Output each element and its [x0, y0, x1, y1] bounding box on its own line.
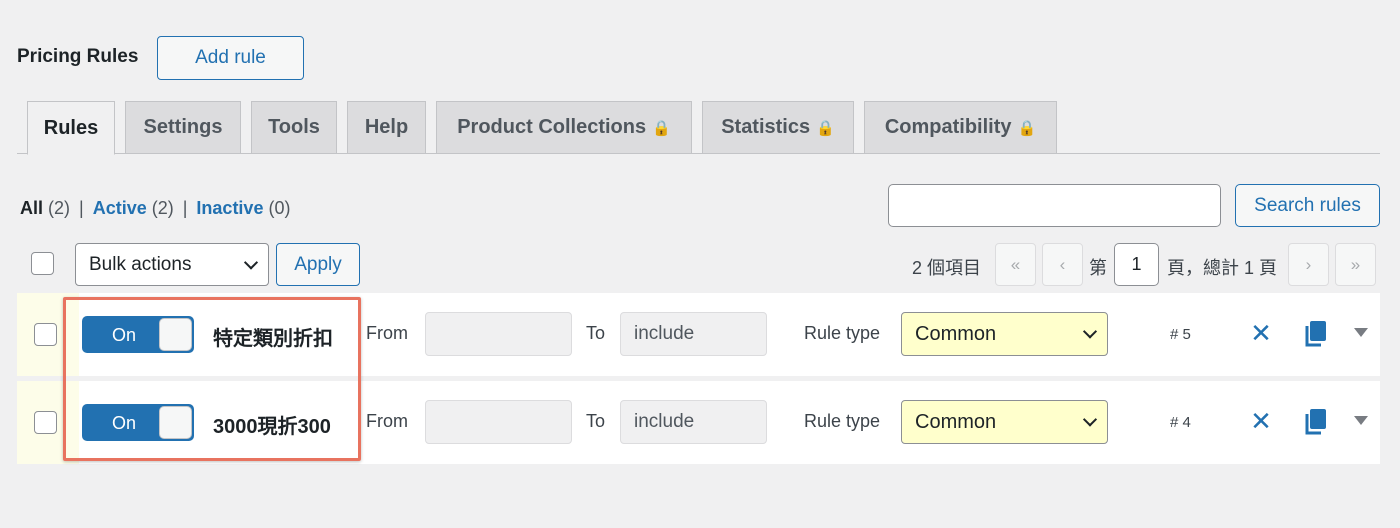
filter-active-label: Active [92, 198, 147, 218]
rule-type-label: Rule type [804, 323, 881, 343]
toggle-knob [159, 406, 192, 439]
rule-name[interactable]: 特定類別折扣 [213, 322, 333, 351]
next-page-button[interactable]: › [1288, 243, 1329, 286]
from-label: From [366, 411, 408, 431]
rule-id: # 4 [1170, 414, 1191, 431]
page-prefix: 第 [1089, 258, 1107, 278]
tab-product-collections[interactable]: Product Collections 🔒 [436, 101, 692, 154]
table-row: On 特定類別折扣 From To include Rule type Comm… [17, 293, 1380, 376]
filter-active-count: (2) [151, 198, 174, 218]
toggle-knob [159, 318, 192, 351]
page-title: Pricing Rules [17, 46, 139, 67]
search-rules-button[interactable]: Search rules [1235, 184, 1380, 227]
rule-type-label: Rule type [804, 411, 881, 431]
tab-label: Product Collections [457, 116, 647, 138]
add-rule-button[interactable]: Add rule [157, 36, 304, 80]
tab-label: Rules [43, 116, 99, 139]
bulk-actions-value: Bulk actions [89, 253, 192, 275]
items-count: 2 個項目 [912, 258, 982, 278]
from-field[interactable] [425, 400, 572, 444]
filter-inactive[interactable]: Inactive (0) [196, 198, 290, 219]
chevron-down-icon [243, 254, 259, 270]
rule-type-value: Common [915, 322, 997, 345]
to-field[interactable]: include [620, 400, 767, 444]
search-input[interactable] [888, 184, 1221, 227]
filter-inactive-label: Inactive [196, 198, 264, 218]
tab-tools[interactable]: Tools [251, 101, 337, 154]
tab-label: Compatibility [884, 116, 1012, 138]
filter-all-count: (2) [48, 198, 71, 218]
lock-icon: 🔒 [652, 119, 671, 137]
rule-toggle[interactable]: On [82, 316, 194, 353]
filter-separator: | [182, 198, 188, 218]
caret-down-icon[interactable] [1354, 416, 1368, 425]
rule-id: # 5 [1170, 326, 1191, 343]
rule-type-select[interactable]: Common [901, 400, 1108, 444]
tab-label: Tools [268, 116, 320, 138]
select-all-checkbox[interactable] [31, 252, 54, 275]
page-total: 頁，總計 1 頁 [1167, 258, 1278, 278]
tab-label: Settings [143, 116, 223, 138]
chevron-down-icon [1082, 324, 1098, 339]
to-label: To [586, 411, 606, 431]
rule-name[interactable]: 3000現折300 [213, 410, 331, 439]
filter-all[interactable]: All (2) [20, 198, 70, 219]
tab-statistics[interactable]: Statistics 🔒 [702, 101, 854, 154]
tab-help[interactable]: Help [347, 101, 426, 154]
rule-type-select[interactable]: Common [901, 312, 1108, 356]
lock-icon: 🔒 [816, 119, 835, 137]
tab-rules[interactable]: Rules [27, 101, 115, 155]
to-label: To [586, 323, 606, 343]
from-label: From [366, 323, 408, 343]
toggle-label: On [112, 413, 137, 433]
from-field[interactable] [425, 312, 572, 356]
lock-icon: 🔒 [1017, 119, 1037, 137]
table-row: On 3000現折300 From To include Rule type C… [17, 381, 1380, 464]
prev-page-button[interactable]: ‹ [1042, 243, 1083, 286]
close-icon[interactable]: ✕ [1249, 406, 1273, 436]
last-page-button[interactable]: » [1335, 243, 1376, 286]
filter-inactive-count: (0) [268, 198, 291, 218]
current-page-input[interactable]: 1 [1114, 243, 1159, 286]
copy-icon[interactable] [1304, 409, 1326, 435]
tab-settings[interactable]: Settings [125, 101, 241, 154]
bulk-actions-select[interactable]: Bulk actions [75, 243, 269, 286]
filter-separator: | [79, 198, 84, 218]
close-icon[interactable]: ✕ [1249, 318, 1273, 348]
first-page-button[interactable]: « [995, 243, 1036, 286]
chevron-down-icon [1082, 412, 1098, 427]
filter-active[interactable]: Active (2) [93, 198, 174, 219]
tab-compatibility[interactable]: Compatibility 🔒 [864, 101, 1057, 154]
status-filters: All (2) | Active (2) | Inactive (0) [20, 198, 290, 219]
rule-toggle[interactable]: On [82, 404, 194, 441]
filter-all-label: All [20, 198, 44, 218]
row-checkbox[interactable] [34, 411, 57, 434]
apply-button[interactable]: Apply [276, 243, 360, 286]
tab-label: Statistics [721, 116, 811, 138]
to-field[interactable]: include [620, 312, 767, 356]
copy-icon[interactable] [1304, 321, 1326, 347]
caret-down-icon[interactable] [1354, 328, 1368, 337]
toggle-label: On [112, 325, 137, 345]
rule-type-value: Common [915, 410, 997, 433]
row-checkbox[interactable] [34, 323, 57, 346]
tab-label: Help [364, 116, 409, 138]
